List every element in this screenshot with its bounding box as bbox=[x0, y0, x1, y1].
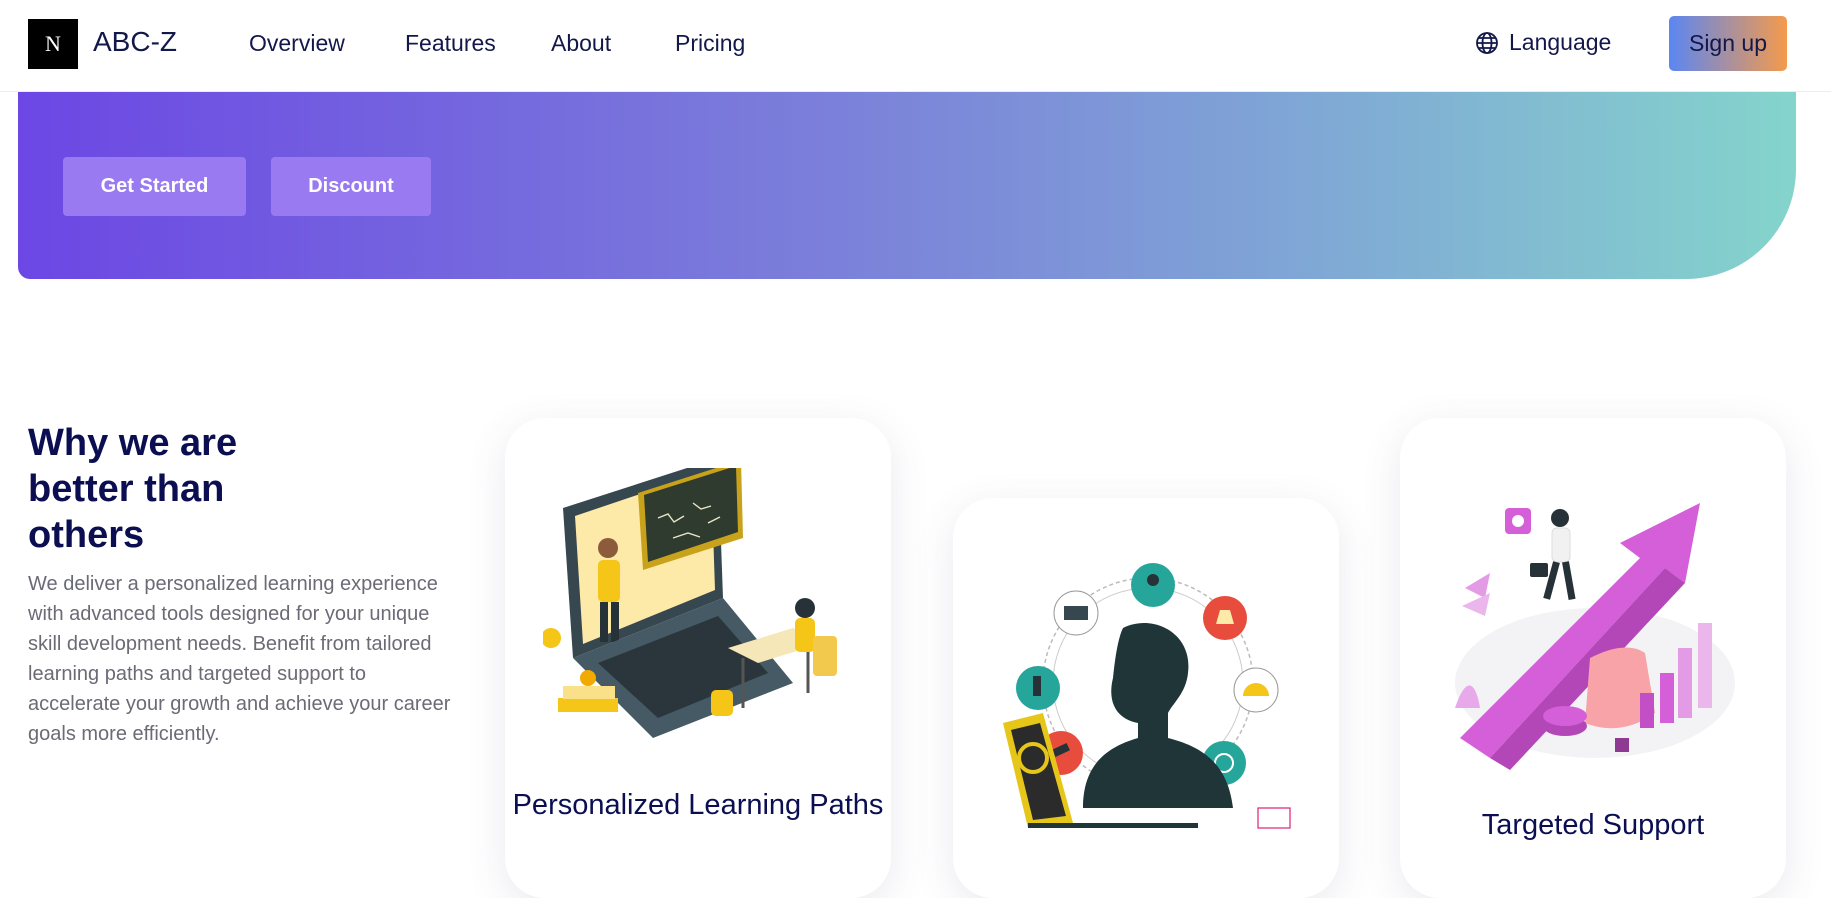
brand-logo-letter: N bbox=[45, 31, 61, 56]
nav-overview[interactable]: Overview bbox=[249, 30, 345, 57]
nav-features[interactable]: Features bbox=[405, 30, 496, 57]
online-teacher-illustration bbox=[543, 468, 837, 738]
student-thinking-illustration bbox=[1003, 563, 1291, 829]
globe-icon bbox=[1476, 31, 1498, 54]
nav-about[interactable]: About bbox=[551, 30, 611, 57]
brand-logo[interactable]: N bbox=[28, 19, 78, 69]
card-title-support: Targeted Support bbox=[1481, 809, 1705, 841]
nav-pricing[interactable]: Pricing bbox=[675, 30, 745, 57]
why-title: Why we are better than others bbox=[28, 422, 238, 556]
card-title-personalized: Personalized Learning Paths bbox=[512, 789, 884, 821]
why-description: We deliver a personalized learning exper… bbox=[28, 573, 451, 745]
brand-name[interactable]: ABC-Z bbox=[93, 26, 177, 58]
feature-card-thinking[interactable] bbox=[953, 498, 1339, 898]
career-growth-illustration bbox=[1455, 503, 1735, 770]
discount-button[interactable]: Discount bbox=[271, 157, 431, 216]
language-label: Language bbox=[1509, 29, 1612, 55]
feature-card-support[interactable]: Targeted Support bbox=[1400, 418, 1786, 898]
navbar: N ABC-Z Overview Features About Pricing … bbox=[0, 0, 1831, 92]
feature-card-personalized[interactable]: Personalized Learning Paths bbox=[505, 418, 891, 898]
get-started-button[interactable]: Get Started bbox=[63, 157, 246, 216]
language-selector[interactable]: Language bbox=[1475, 29, 1611, 56]
signup-button[interactable]: Sign up bbox=[1669, 16, 1787, 71]
